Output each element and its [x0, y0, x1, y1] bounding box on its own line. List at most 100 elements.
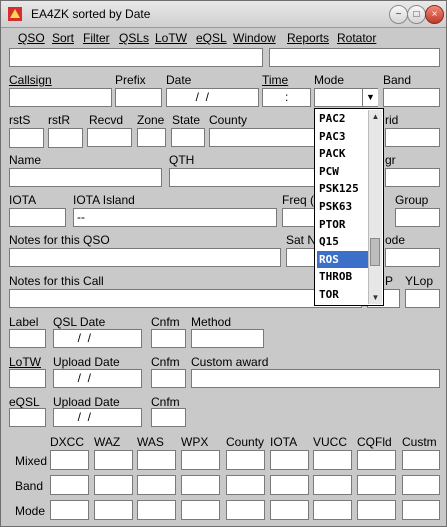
freq-field[interactable] [282, 208, 315, 227]
menu-filter[interactable]: Filter [83, 31, 110, 45]
sat-mode-field[interactable] [385, 248, 440, 267]
award-field-mode-custm[interactable] [402, 500, 440, 520]
award-field-band-county[interactable] [226, 475, 265, 495]
notes-call-field[interactable] [9, 289, 362, 308]
minimize-icon[interactable]: − [389, 5, 408, 24]
name-field[interactable] [9, 168, 162, 187]
col-custm: Custm [402, 435, 437, 449]
method-field[interactable] [191, 329, 264, 348]
lotw-upload-date-field[interactable]: / / [53, 369, 142, 388]
custom-award-field[interactable] [191, 369, 440, 388]
mode-option-tor[interactable]: TOR [317, 286, 371, 303]
award-field-band-waz[interactable] [94, 475, 133, 495]
award-field-mode-dxcc[interactable] [50, 500, 89, 520]
mode-option-ptor[interactable]: PTOR [317, 216, 371, 233]
state-field[interactable] [171, 128, 205, 147]
cnfm-field-3[interactable] [151, 408, 186, 427]
eqsl-upload-label: Upload Date [53, 395, 120, 409]
menu-eqsl[interactable]: eQSL [196, 31, 227, 45]
recvd-field[interactable] [87, 128, 132, 147]
award-field-mixed-wpx[interactable] [181, 450, 220, 470]
callsign-field[interactable] [9, 88, 112, 107]
group-field[interactable] [395, 208, 440, 227]
mode-option-q15[interactable]: Q15 [317, 233, 371, 250]
zone-field[interactable] [137, 128, 166, 147]
county-field[interactable] [209, 128, 315, 147]
mode-label: Mode [314, 73, 345, 87]
mode-option-pcw[interactable]: PCW [317, 163, 371, 180]
notes-call-label: Notes for this Call [9, 274, 104, 288]
award-field-mode-iota[interactable] [270, 500, 309, 520]
sat-field[interactable] [286, 248, 315, 267]
ylop-field[interactable] [405, 289, 440, 308]
dropdown-scrollbar[interactable]: ▲ ▼ [368, 110, 382, 304]
award-field-mixed-dxcc[interactable] [50, 450, 89, 470]
qsl-date-field[interactable]: / / [53, 329, 142, 348]
iota-field[interactable] [9, 208, 66, 227]
eqsl-field[interactable] [9, 408, 46, 427]
mode-option-pac3[interactable]: PAC3 [317, 128, 371, 145]
date-field[interactable]: / / [166, 88, 259, 107]
col-vucc: VUCC [313, 435, 348, 449]
iota-island-field[interactable]: -- [73, 208, 277, 227]
menu-qsls[interactable]: QSLs [119, 31, 149, 45]
scroll-down-icon[interactable]: ▼ [369, 291, 382, 304]
menu-window[interactable]: Window [233, 31, 276, 45]
award-field-band-dxcc[interactable] [50, 475, 89, 495]
prefix-field[interactable] [115, 88, 162, 107]
rstr-field[interactable] [48, 128, 83, 148]
top-field-right[interactable] [269, 48, 440, 67]
award-field-mixed-county[interactable] [226, 450, 265, 470]
menu-sort[interactable]: Sort [52, 31, 74, 45]
award-field-mixed-was[interactable] [137, 450, 176, 470]
award-field-band-cqfld[interactable] [357, 475, 396, 495]
scrollbar-thumb[interactable] [370, 238, 380, 266]
lotw-field[interactable] [9, 369, 46, 388]
award-field-mode-waz[interactable] [94, 500, 133, 520]
award-field-mixed-vucc[interactable] [313, 450, 352, 470]
locator-field[interactable] [385, 168, 440, 187]
award-field-band-wpx[interactable] [181, 475, 220, 495]
grid-field[interactable] [385, 128, 440, 147]
menu-reports[interactable]: Reports [287, 31, 329, 45]
menu-lotw[interactable]: LoTW [155, 31, 187, 45]
award-field-mixed-custm[interactable] [402, 450, 440, 470]
award-field-mixed-iota[interactable] [270, 450, 309, 470]
mode-option-psk125[interactable]: PSK125 [317, 180, 371, 197]
qth-field[interactable] [169, 168, 315, 187]
award-field-mixed-waz[interactable] [94, 450, 133, 470]
award-field-mode-vucc[interactable] [313, 500, 352, 520]
award-field-band-custm[interactable] [402, 475, 440, 495]
mode-option-pack[interactable]: PACK [317, 145, 371, 162]
title-bar[interactable]: EA4ZK sorted by Date − □ × [1, 1, 446, 28]
award-field-mode-wpx[interactable] [181, 500, 220, 520]
rsts-field[interactable] [9, 128, 44, 148]
menu-bar: QSO Sort Filter QSLs LoTW eQSL Window Re… [1, 28, 446, 48]
menu-rotator[interactable]: Rotator [337, 31, 376, 45]
label-field[interactable] [9, 329, 46, 348]
eqsl-upload-date-field[interactable]: / / [53, 408, 142, 427]
close-icon[interactable]: × [425, 5, 444, 24]
award-field-mode-county[interactable] [226, 500, 265, 520]
mode-option-ros[interactable]: ROS [317, 250, 371, 268]
menu-qso[interactable]: QSO [18, 31, 45, 45]
maximize-icon[interactable]: □ [407, 5, 426, 24]
cnfm-field-1[interactable] [151, 329, 186, 348]
award-field-band-vucc[interactable] [313, 475, 352, 495]
chevron-down-icon[interactable]: ▼ [362, 89, 378, 106]
notes-qso-field[interactable] [9, 248, 281, 267]
mode-option-psk63[interactable]: PSK63 [317, 198, 371, 215]
scroll-up-icon[interactable]: ▲ [369, 110, 382, 123]
mode-option-throb[interactable]: THROB [317, 268, 371, 285]
award-field-mixed-cqfld[interactable] [357, 450, 396, 470]
cnfm-field-2[interactable] [151, 369, 186, 388]
award-field-band-was[interactable] [137, 475, 176, 495]
award-field-mode-cqfld[interactable] [357, 500, 396, 520]
time-field[interactable]: : [262, 88, 311, 107]
mode-option-pac2[interactable]: PAC2 [317, 110, 371, 127]
top-field-left[interactable] [9, 48, 263, 67]
iota-island-label: IOTA Island [73, 193, 135, 207]
award-field-band-iota[interactable] [270, 475, 309, 495]
award-field-mode-was[interactable] [137, 500, 176, 520]
band-field[interactable] [383, 88, 440, 107]
